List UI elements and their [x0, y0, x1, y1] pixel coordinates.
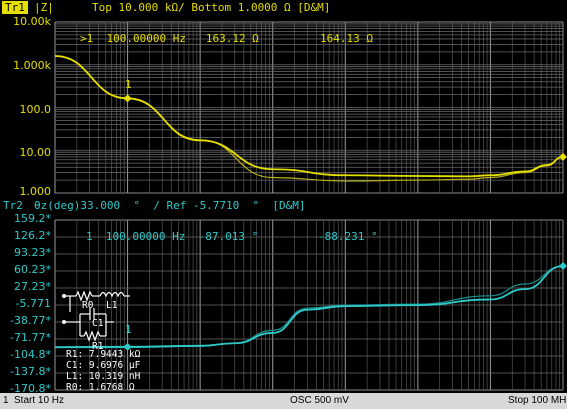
trace2-marker-readout: 1 100.00000 Hz -87.013 °: [86, 230, 259, 243]
footer-stop[interactable]: Stop 100 MH: [508, 395, 566, 406]
circuit-value-c1: C1: 9.6976 µF: [66, 360, 141, 371]
trace1-marker-1: [123, 94, 132, 103]
footer-start[interactable]: Start 10 Hz: [14, 395, 64, 406]
circuit-label-l1: L1: [106, 300, 118, 311]
trace2-y-tick: 93.23*: [14, 246, 51, 259]
trace2-marker-readout-extra: -88.231 °: [318, 230, 378, 243]
status-footer: 1 Start 10 Hz OSC 500 mV Stop 100 MH: [0, 393, 567, 409]
footer-osc[interactable]: OSC 500 mV: [290, 395, 349, 406]
trace2-y-tick: -71.77*: [10, 331, 51, 344]
footer-channel: 1: [3, 395, 9, 406]
circuit-label-r0: R0: [82, 300, 94, 311]
trace2-y-tick: 60.23*: [14, 263, 51, 276]
circuit-values: R1: 7.9443 kΩ C1: 9.6976 µF L1: 10.319 n…: [66, 349, 140, 393]
trace2-header-text[interactable]: θz(deg)33.000 ° / Ref -5.7710 ° [D&M]: [34, 199, 306, 212]
circuit-label-c1: C1: [92, 318, 104, 329]
trace2-y-tick: -38.77*: [10, 314, 51, 327]
trace1-marker-label: 1: [125, 78, 132, 91]
trace2-header: Tr2 θz(deg)33.000 ° / Ref -5.7710 ° [D&M…: [0, 198, 567, 214]
trace1-marker-readout-extra: 164.13 Ω: [320, 32, 373, 45]
trace1-grid: [54, 21, 564, 194]
trace1-marker-readout: >1 100.00000 Hz 163.12 Ω: [80, 32, 259, 45]
trace2-marker-end: [559, 261, 567, 270]
trace2-y-tick: 159.2*: [14, 212, 51, 225]
circuit-value-r1: R1: 7.9443 kΩ: [66, 349, 141, 360]
circuit-value-l1: L1: 10.319 nH: [66, 371, 141, 382]
circuit-value-r0: R0: 1.6768 Ω: [66, 382, 135, 393]
trace2-tag[interactable]: Tr2: [3, 199, 23, 212]
trace2-y-tick: -5.771: [15, 297, 51, 310]
trace2-y-tick: 126.2*: [14, 229, 51, 242]
trace2-y-tick: 27.23*: [14, 280, 51, 293]
trace2-y-tick: -137.8*: [10, 365, 51, 378]
trace2-y-tick: -104.8*: [10, 348, 51, 361]
